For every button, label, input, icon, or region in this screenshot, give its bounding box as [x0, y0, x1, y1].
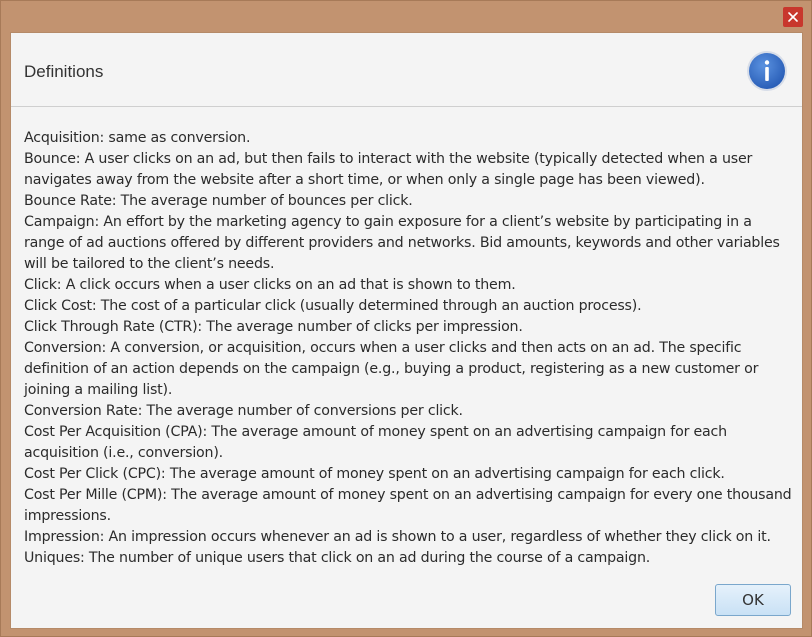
- definition-item: Bounce: A user clicks on an ad, but then…: [24, 151, 753, 188]
- definition-item: Cost Per Mille (CPM): The average amount…: [24, 487, 792, 524]
- ok-button[interactable]: OK: [715, 584, 791, 616]
- definition-item: Bounce Rate: The average number of bounc…: [24, 193, 413, 209]
- definitions-list: Acquisition: same as conversion. Bounce:…: [24, 128, 794, 569]
- definition-item: Conversion Rate: The average number of c…: [24, 403, 463, 419]
- definition-item: Acquisition: same as conversion.: [24, 130, 251, 146]
- definition-item: Cost Per Click (CPC): The average amount…: [24, 466, 725, 482]
- definition-item: Cost Per Acquisition (CPA): The average …: [24, 424, 727, 461]
- dialog-window: Definitions Acquisition: same as convers…: [0, 0, 812, 637]
- close-button[interactable]: [783, 7, 803, 27]
- dialog-header: Definitions: [11, 33, 802, 107]
- definition-item: Uniques: The number of unique users that…: [24, 550, 651, 566]
- definition-item: Campaign: An effort by the marketing age…: [24, 214, 780, 272]
- close-icon: [788, 12, 798, 22]
- definition-item: Click Through Rate (CTR): The average nu…: [24, 319, 523, 335]
- definition-item: Conversion: A conversion, or acquisition…: [24, 340, 759, 398]
- dialog-body: Definitions Acquisition: same as convers…: [10, 32, 803, 629]
- info-icon: [747, 51, 787, 91]
- definition-item: Impression: An impression occurs wheneve…: [24, 529, 771, 545]
- dialog-title: Definitions: [24, 62, 104, 81]
- definition-item: Click Cost: The cost of a particular cli…: [24, 298, 642, 314]
- definition-item: Click: A click occurs when a user clicks…: [24, 277, 516, 293]
